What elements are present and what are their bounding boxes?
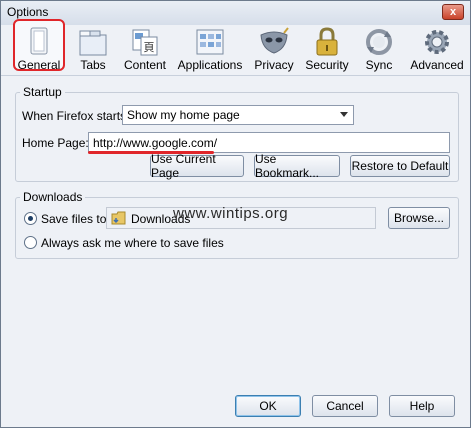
watermark-text: www.wintips.org xyxy=(173,205,289,222)
tab-label: Applications xyxy=(177,58,243,72)
tab-privacy[interactable]: Privacy xyxy=(251,25,297,73)
cancel-button[interactable]: Cancel xyxy=(312,395,378,417)
close-icon: x xyxy=(449,6,457,18)
restore-default-button[interactable]: Restore to Default xyxy=(350,155,450,177)
button-label: OK xyxy=(259,399,277,413)
window-title: Options xyxy=(7,5,49,19)
general-icon xyxy=(30,27,48,55)
group-title: Startup xyxy=(20,85,65,99)
svg-text:頁: 頁 xyxy=(144,41,155,54)
save-files-radio[interactable] xyxy=(24,212,37,225)
group-title: Downloads xyxy=(20,190,86,204)
privacy-mask-icon xyxy=(260,27,289,54)
button-label: Restore to Default xyxy=(351,159,449,173)
content-icon: 頁 xyxy=(132,29,158,56)
button-label: Browse... xyxy=(393,211,444,225)
padlock-icon xyxy=(316,27,338,56)
gear-icon xyxy=(425,30,449,54)
button-label: Help xyxy=(409,399,435,413)
home-page-value: http://www.google.com/ xyxy=(93,136,218,150)
folder-icon xyxy=(111,211,126,225)
save-files-label: Save files to xyxy=(41,212,107,226)
use-current-page-button[interactable]: Use Current Page xyxy=(150,152,244,180)
applications-icon xyxy=(196,29,224,55)
chevron-down-icon xyxy=(340,112,348,117)
home-page-input[interactable]: http://www.google.com/ xyxy=(88,132,450,153)
button-label: Use Bookmark... xyxy=(255,152,320,180)
tab-label: Sync xyxy=(365,58,393,72)
tab-label: Privacy xyxy=(254,58,294,72)
title-bar: Options x xyxy=(1,1,470,25)
select-value: Show my home page xyxy=(127,108,240,122)
tabs-icon xyxy=(79,30,107,56)
tab-label: Security xyxy=(305,58,349,72)
button-label: Cancel xyxy=(326,399,364,413)
ok-button[interactable]: OK xyxy=(235,395,301,417)
tab-applications[interactable]: Applications xyxy=(177,25,243,73)
options-window: Options x General Tabs 頁 Content Applica… xyxy=(0,0,471,428)
tab-label: Content xyxy=(123,58,167,72)
startup-behavior-select[interactable]: Show my home page xyxy=(122,105,354,125)
options-toolbar: General Tabs 頁 Content Applications Priv… xyxy=(1,19,470,75)
home-page-label: Home Page: xyxy=(22,136,89,150)
sync-icon xyxy=(366,29,392,55)
tab-tabs[interactable]: Tabs xyxy=(73,25,113,73)
tab-label: Tabs xyxy=(80,58,106,72)
tab-content[interactable]: 頁 Content xyxy=(121,25,169,73)
startup-group: Startup When Firefox starts: Show my hom… xyxy=(15,85,459,182)
tab-security[interactable]: Security xyxy=(303,25,351,73)
close-button[interactable]: x xyxy=(442,4,464,20)
use-bookmark-button[interactable]: Use Bookmark... xyxy=(254,152,340,180)
when-starts-label: When Firefox starts: xyxy=(22,109,130,123)
tab-label: General xyxy=(17,58,61,72)
always-ask-label: Always ask me where to save files xyxy=(41,236,224,250)
tab-general[interactable]: General xyxy=(13,19,65,72)
toolbar-divider xyxy=(1,75,470,76)
browse-button[interactable]: Browse... xyxy=(388,207,450,229)
tab-label: Advanced xyxy=(410,58,464,72)
always-ask-radio[interactable] xyxy=(24,236,37,249)
help-button[interactable]: Help xyxy=(389,395,455,417)
tab-sync[interactable]: Sync xyxy=(359,25,399,73)
button-label: Use Current Page xyxy=(151,152,216,180)
tab-advanced[interactable]: Advanced xyxy=(407,25,467,73)
